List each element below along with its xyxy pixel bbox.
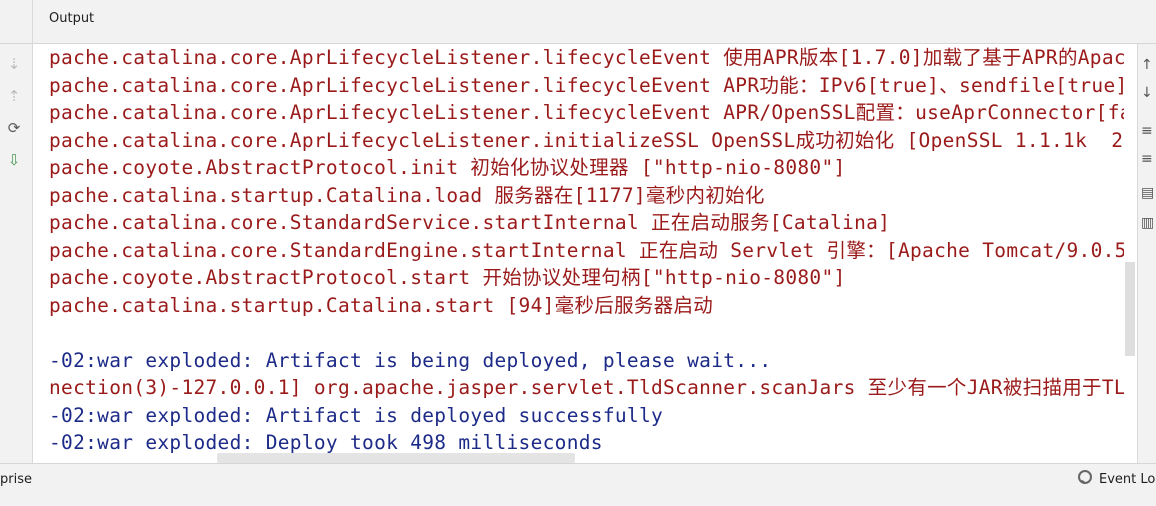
trash-icon[interactable]: ▥ bbox=[1141, 214, 1156, 232]
event-log-icon[interactable] bbox=[1078, 470, 1092, 484]
console-line: -02:war exploded: Artifact is deployed s… bbox=[49, 403, 664, 427]
panel-title: Output bbox=[49, 11, 95, 26]
event-log-button[interactable]: Event Log bbox=[1099, 472, 1156, 487]
console-line: pache.catalina.core.AprLifecycleListener… bbox=[49, 46, 1126, 69]
vertical-scrollbar-thumb[interactable] bbox=[1125, 262, 1135, 356]
status-left-text: prise bbox=[0, 472, 32, 487]
vertical-scrollbar-track[interactable] bbox=[1124, 44, 1137, 463]
horizontal-scrollbar-thumb[interactable] bbox=[217, 453, 575, 463]
scroll-up-icon[interactable]: ↑ bbox=[1141, 56, 1156, 74]
status-bar: prise Event Log bbox=[0, 463, 1156, 506]
print-icon[interactable]: ▤ bbox=[1141, 184, 1156, 202]
console-line: -02:war exploded: Artifact is being depl… bbox=[49, 348, 772, 372]
console-line: -02:war exploded: Deploy took 498 millis… bbox=[49, 431, 603, 454]
console-line: nection(3)-127.0.0.1] org.apache.jasper.… bbox=[49, 376, 1126, 399]
console-output[interactable]: -02:war exploded: Deploy took 498 millis… bbox=[33, 44, 1137, 463]
right-toolbar: ↑ ↓ ≡ ≡ ▤ ▥ bbox=[1137, 44, 1156, 463]
rerun-icon[interactable]: ⟳ bbox=[4, 118, 24, 138]
scroll-to-end-icon[interactable]: ≡ bbox=[1141, 150, 1156, 168]
deploy-icon[interactable]: ⇩ bbox=[4, 150, 24, 170]
console-line: pache.catalina.startup.Catalina.load 服务器… bbox=[49, 183, 765, 207]
console-line: pache.catalina.core.StandardService.star… bbox=[49, 211, 891, 234]
console-line: pache.catalina.core.StandardEngine.start… bbox=[49, 238, 1127, 262]
scroll-down-icon[interactable]: ↓ bbox=[1141, 84, 1156, 102]
console-line: pache.coyote.AbstractProtocol.start 开始协议… bbox=[49, 266, 846, 289]
output-panel-header: Output bbox=[0, 0, 1156, 44]
console-line: pache.catalina.startup.Catalina.start [9… bbox=[49, 293, 714, 317]
arrow-down-icon[interactable]: ⇣ bbox=[4, 54, 24, 74]
console-line: pache.coyote.AbstractProtocol.init 初始化协议… bbox=[49, 156, 846, 179]
header-divider bbox=[32, 0, 33, 44]
console-line: pache.catalina.core.AprLifecycleListener… bbox=[49, 101, 1137, 124]
arrow-up-icon[interactable]: ⇡ bbox=[4, 86, 24, 106]
console-line: pache.catalina.core.AprLifecycleListener… bbox=[49, 73, 1137, 97]
console-line: pache.catalina.core.AprLifecycleListener… bbox=[49, 128, 1136, 152]
left-toolbar: ⇣ ⇡ ⟳ ⇩ bbox=[0, 44, 33, 463]
soft-wrap-icon[interactable]: ≡ bbox=[1141, 122, 1156, 140]
